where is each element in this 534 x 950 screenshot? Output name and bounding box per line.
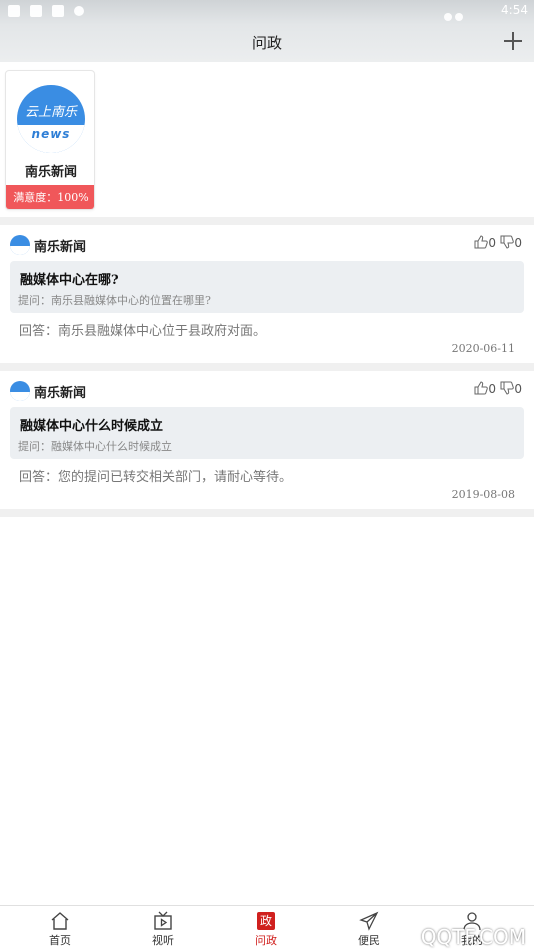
thumbs-up-icon (474, 235, 489, 249)
account-name: 南乐新闻 (24, 165, 77, 180)
question-title: 融媒体中心在哪? (20, 273, 119, 288)
thumbs-down-icon (500, 381, 515, 395)
dislike-count: 0 (514, 382, 522, 396)
notification-icon (52, 5, 64, 17)
nav-label: 首页 (49, 934, 71, 947)
send-icon (359, 911, 379, 931)
answer-date: 2019-08-08 (451, 488, 515, 501)
nav-video[interactable]: 视听 (133, 906, 193, 950)
divider (0, 217, 534, 225)
like-button[interactable]: 0 (474, 235, 496, 250)
author-name: 南乐新闻 (34, 386, 87, 401)
answer-text: 回答：您的提问已转交相关部门，请耐心等待。 (19, 470, 293, 485)
like-count: 0 (488, 236, 496, 250)
logo-band-text: news (31, 127, 71, 141)
dislike-button[interactable]: 0 (500, 235, 522, 250)
home-icon (51, 912, 69, 930)
question-card[interactable]: 南乐新闻 0 0 融媒体中心在哪? 提问：南乐县融媒体中心的位置在哪里? 回答：… (0, 225, 534, 363)
top-header: 4:54 问政 (0, 0, 534, 62)
thumbs-up-icon (474, 381, 489, 395)
add-question-button[interactable] (502, 30, 524, 52)
zheng-icon: 政 (257, 912, 275, 930)
tv-icon (154, 911, 172, 930)
logo-text: 云上南乐 (24, 105, 77, 120)
nav-label: 便民 (358, 934, 380, 947)
like-button[interactable]: 0 (474, 381, 496, 396)
author-name: 南乐新闻 (34, 240, 87, 255)
like-count: 0 (488, 382, 496, 396)
nav-label: 视听 (152, 934, 174, 947)
question-title: 融媒体中心什么时候成立 (20, 419, 164, 434)
divider (0, 509, 534, 517)
watermark-text: QQTF.COM (420, 925, 526, 949)
account-logo: 云上南乐 news (17, 85, 85, 153)
nav-home[interactable]: 首页 (30, 906, 90, 950)
dislike-button[interactable]: 0 (500, 381, 522, 396)
nav-label: 问政 (255, 934, 277, 947)
question-box: 融媒体中心在哪? 提问：南乐县融媒体中心的位置在哪里? (10, 261, 524, 313)
notification-icon (30, 5, 42, 17)
nav-services[interactable]: 便民 (339, 906, 399, 950)
question-detail: 提问：融媒体中心什么时候成立 (18, 440, 172, 453)
status-bar: 4:54 (0, 0, 534, 22)
author-avatar (10, 235, 30, 255)
sync-icon (74, 6, 84, 16)
answer-text: 回答：南乐县融媒体中心位于县政府对面。 (19, 324, 267, 339)
divider (0, 363, 534, 371)
answer-date: 2020-06-11 (451, 342, 515, 355)
question-box: 融媒体中心什么时候成立 提问：融媒体中心什么时候成立 (10, 407, 524, 459)
notification-icon (8, 5, 20, 17)
page-title: 问政 (251, 34, 282, 52)
dislike-count: 0 (514, 236, 522, 250)
thumbs-down-icon (500, 235, 515, 249)
account-list: 云上南乐 news 南乐新闻 满意度：100% (0, 62, 534, 217)
author-avatar (10, 381, 30, 401)
nav-wenzheng[interactable]: 政 问政 (236, 906, 296, 950)
question-detail: 提问：南乐县融媒体中心的位置在哪里? (18, 294, 211, 307)
question-card[interactable]: 南乐新闻 0 0 融媒体中心什么时候成立 提问：融媒体中心什么时候成立 回答：您… (0, 371, 534, 509)
account-card[interactable]: 云上南乐 news 南乐新闻 满意度：100% (5, 70, 95, 210)
status-time: 4:54 (501, 3, 528, 17)
signal-icons (444, 6, 474, 21)
satisfaction-badge: 满意度：100% (6, 185, 94, 209)
